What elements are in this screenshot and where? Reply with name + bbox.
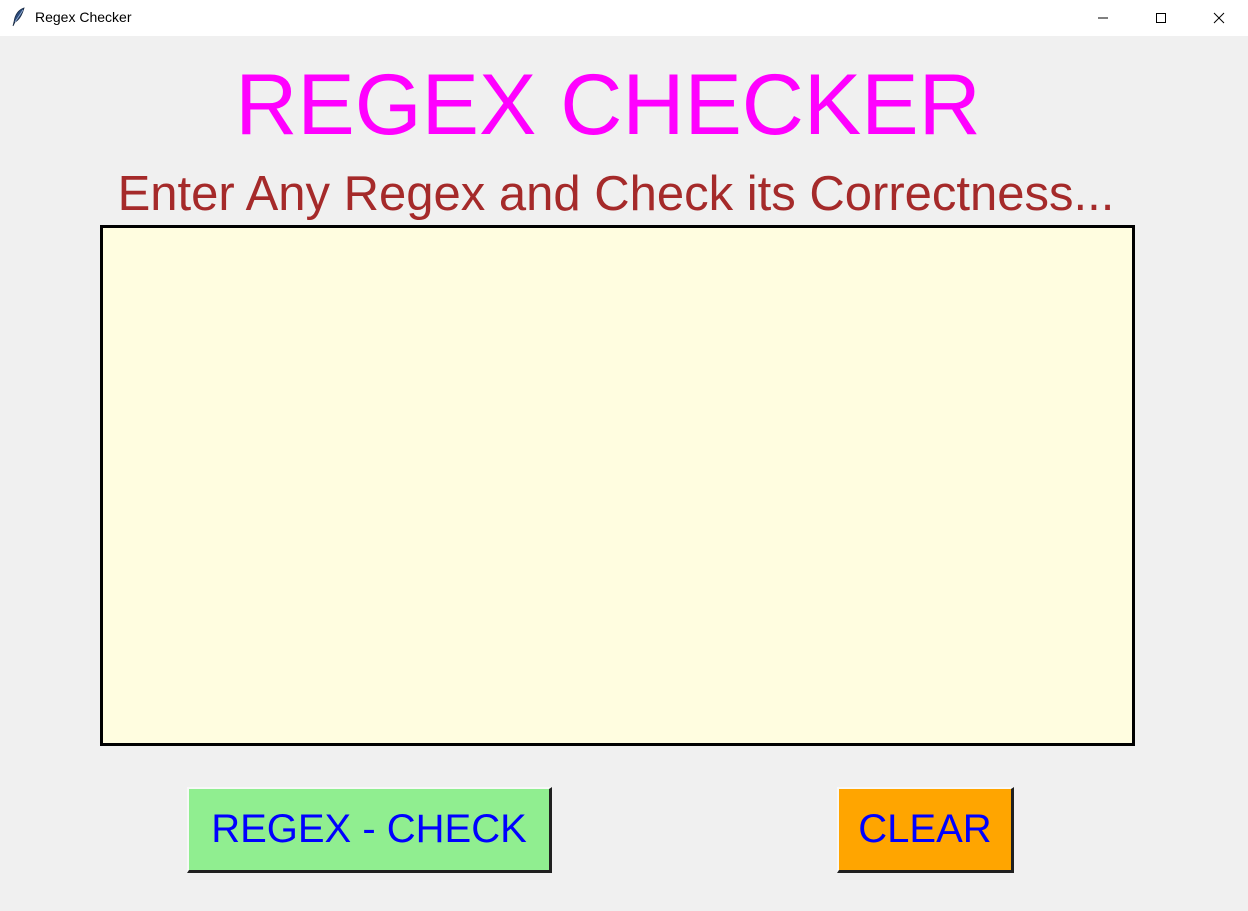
page-subtitle: Enter Any Regex and Check its Correctnes…	[117, 167, 1115, 221]
regex-input[interactable]	[100, 225, 1135, 746]
page-title: REGEX CHECKER	[235, 57, 981, 153]
clear-button[interactable]: CLEAR	[837, 787, 1014, 873]
app-window: Regex Checker REGEX CHECKER Enter Any Re…	[0, 0, 1248, 911]
regex-check-button[interactable]: REGEX - CHECK	[187, 787, 552, 873]
title-bar[interactable]: Regex Checker	[0, 0, 1248, 36]
close-icon	[1213, 12, 1225, 24]
maximize-icon	[1156, 13, 1166, 23]
feather-icon	[12, 7, 26, 27]
window-title: Regex Checker	[35, 9, 132, 25]
maximize-button[interactable]	[1132, 0, 1190, 36]
minimize-icon	[1098, 17, 1108, 19]
close-button[interactable]	[1190, 0, 1248, 36]
minimize-button[interactable]	[1074, 0, 1132, 36]
